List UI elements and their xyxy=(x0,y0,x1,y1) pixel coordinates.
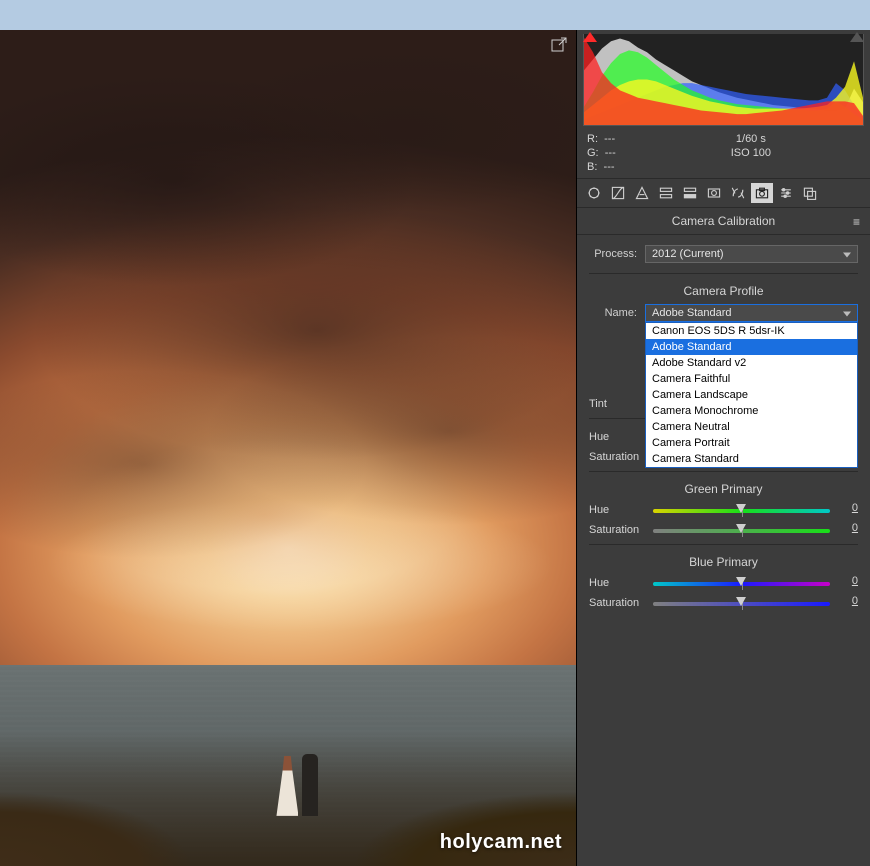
subjects xyxy=(276,738,318,816)
profile-option[interactable]: Camera Faithful xyxy=(646,371,857,387)
panel-tab-strip xyxy=(577,179,870,208)
watermark: holycam.net xyxy=(440,831,562,854)
profile-name-row: Name: Adobe Standard Canon EOS 5DS R 5ds… xyxy=(589,304,858,322)
profile-option[interactable]: Canon EOS 5DS R 5dsr-IK xyxy=(646,323,857,339)
green-saturation-value: 0 xyxy=(836,522,858,534)
r-value: --- xyxy=(604,133,615,145)
blue-saturation-label: Saturation xyxy=(589,597,653,609)
photo-preview[interactable] xyxy=(0,30,576,866)
camera-profile-heading: Camera Profile xyxy=(589,284,858,298)
tab-effects-icon[interactable] xyxy=(727,183,749,203)
panel-title: Camera Calibration xyxy=(672,214,775,228)
profile-option[interactable]: Camera Standard xyxy=(646,451,857,467)
blue-hue-value: 0 xyxy=(836,575,858,587)
green-saturation-label: Saturation xyxy=(589,524,653,536)
green-saturation-slider[interactable]: 0 xyxy=(653,522,858,538)
green-hue-value: 0 xyxy=(836,502,858,514)
tab-basic-icon[interactable] xyxy=(583,183,605,203)
g-label: G: xyxy=(587,147,599,159)
panel-menu-icon[interactable]: ≡ xyxy=(853,215,862,229)
process-label: Process: xyxy=(589,248,637,260)
shadow-clipping-icon[interactable] xyxy=(583,32,597,42)
profile-name-label: Name: xyxy=(589,307,637,319)
b-label: B: xyxy=(587,161,597,173)
highlight-clipping-icon[interactable] xyxy=(850,32,864,42)
green-hue-slider[interactable]: 0 xyxy=(653,502,858,518)
image-preview-pane: holycam.net xyxy=(0,30,576,866)
tab-snapshots-icon[interactable] xyxy=(799,183,821,203)
histogram[interactable] xyxy=(583,34,864,126)
shutter-speed: 1/60 s xyxy=(642,132,860,146)
profile-option[interactable]: Adobe Standard xyxy=(646,339,857,355)
blue-saturation-value: 0 xyxy=(836,595,858,607)
process-value: 2012 (Current) xyxy=(652,248,724,260)
tab-hsl-icon[interactable] xyxy=(655,183,677,203)
red-hue-label: Hue xyxy=(589,431,653,443)
iso-value: ISO 100 xyxy=(642,146,860,160)
profile-name-value: Adobe Standard xyxy=(652,307,732,319)
g-value: --- xyxy=(605,147,616,159)
tab-presets-icon[interactable] xyxy=(775,183,797,203)
tab-lens-corrections-icon[interactable] xyxy=(703,183,725,203)
profile-name-select[interactable]: Adobe Standard xyxy=(645,304,858,322)
right-panel: R: --- G: --- B: --- 1/60 s ISO 100 Came… xyxy=(576,30,870,866)
shadows-tint-label: Tint xyxy=(589,398,653,410)
process-select[interactable]: 2012 (Current) xyxy=(645,245,858,263)
preview-toolbar xyxy=(550,36,568,59)
profile-name-dropdown[interactable]: Canon EOS 5DS R 5dsr-IKAdobe StandardAdo… xyxy=(645,322,858,468)
histogram-area xyxy=(577,30,870,126)
blue-primary-heading: Blue Primary xyxy=(589,555,858,569)
b-value: --- xyxy=(604,161,615,173)
profile-option[interactable]: Camera Landscape xyxy=(646,387,857,403)
profile-option[interactable]: Adobe Standard v2 xyxy=(646,355,857,371)
blue-saturation-slider[interactable]: 0 xyxy=(653,595,858,611)
exposure-readout: 1/60 s ISO 100 xyxy=(642,132,860,174)
blue-hue-label: Hue xyxy=(589,577,653,589)
panel-title-bar: Camera Calibration ≡ xyxy=(577,208,870,235)
open-new-window-icon[interactable] xyxy=(550,41,568,58)
rgb-readout: R: --- G: --- B: --- xyxy=(587,132,616,174)
profile-option[interactable]: Camera Monochrome xyxy=(646,403,857,419)
tab-detail-icon[interactable] xyxy=(631,183,653,203)
profile-option[interactable]: Camera Neutral xyxy=(646,419,857,435)
process-section: Process: 2012 (Current) Camera Profile N… xyxy=(577,235,870,619)
blue-hue-slider[interactable]: 0 xyxy=(653,575,858,591)
tab-split-toning-icon[interactable] xyxy=(679,183,701,203)
green-primary-heading: Green Primary xyxy=(589,482,858,496)
red-saturation-label: Saturation xyxy=(589,451,653,463)
profile-option[interactable]: Camera Portrait xyxy=(646,435,857,451)
tab-tone-curve-icon[interactable] xyxy=(607,183,629,203)
green-hue-label: Hue xyxy=(589,504,653,516)
tab-camera-calibration-icon[interactable] xyxy=(751,183,773,203)
exif-readout: R: --- G: --- B: --- 1/60 s ISO 100 xyxy=(577,126,870,179)
r-label: R: xyxy=(587,133,598,145)
camera-raw-window: holycam.net R: --- G: --- B: --- 1/60 s … xyxy=(0,30,870,866)
